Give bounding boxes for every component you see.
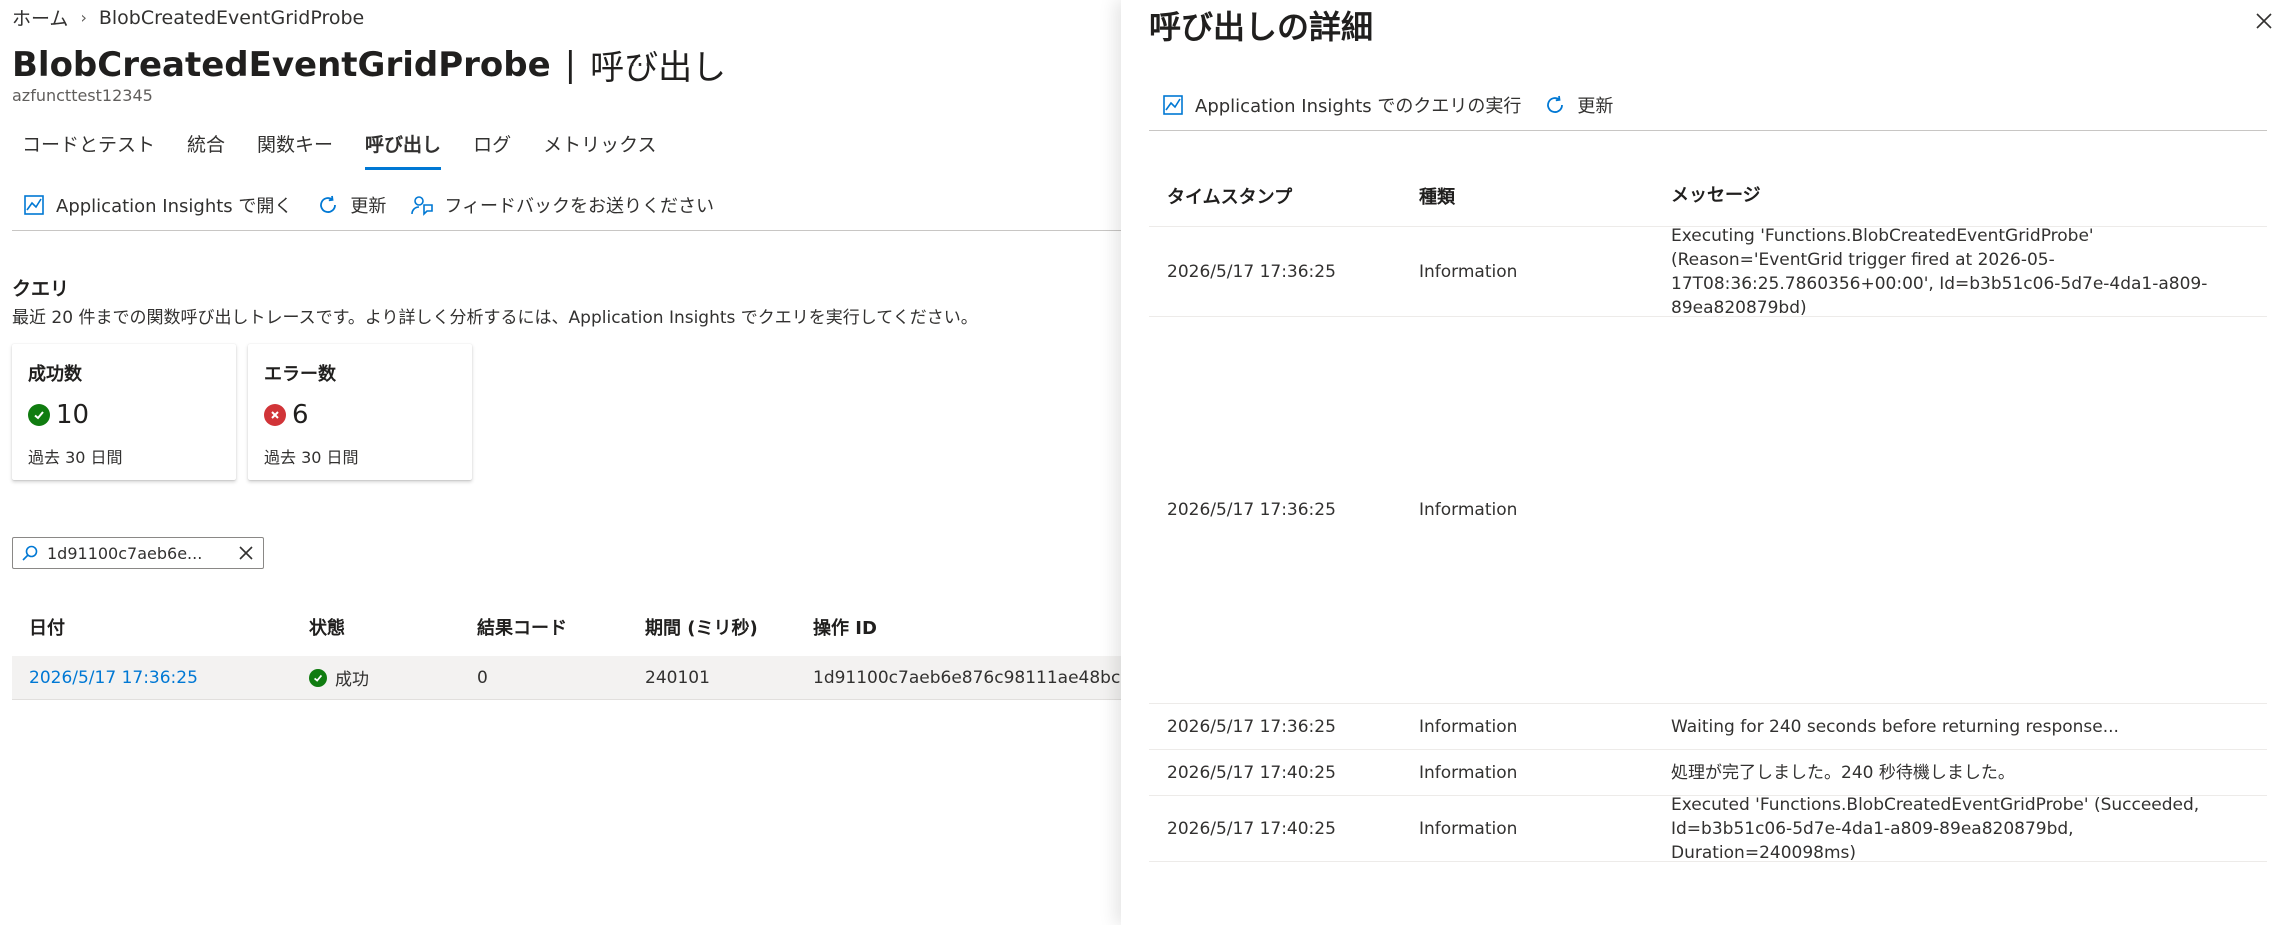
trace-table-header: タイムスタンプ 種類 メッセージ xyxy=(1149,165,2267,227)
trace-message: Executing 'Functions.BlobCreatedEventGri… xyxy=(1671,225,2208,318)
panel-refresh-label: 更新 xyxy=(1577,96,1614,117)
header-operation-id[interactable]: 操作 ID xyxy=(796,614,1121,640)
breadcrumb-home[interactable]: ホーム xyxy=(12,4,68,31)
more-options-button[interactable]: … xyxy=(628,44,654,72)
trace-type: Information xyxy=(1419,500,1518,520)
invocation-details-panel: 呼び出しの詳細 Application Insights でのクエリの実行 更新… xyxy=(1121,0,2291,925)
invocation-result-code: 0 xyxy=(477,667,488,688)
table-row[interactable]: 2026/5/17 17:40:25 Information Executed … xyxy=(1149,794,2267,863)
tab-metrics[interactable]: メトリックス xyxy=(543,130,656,170)
panel-title: 呼び出しの詳細 xyxy=(1149,8,1374,46)
refresh-icon xyxy=(1547,95,1564,113)
feedback-label: フィードバックをお送りください xyxy=(444,196,715,217)
trace-message: Executed 'Functions.BlobCreatedEventGrid… xyxy=(1671,794,2200,863)
tab-function-keys[interactable]: 関数キー xyxy=(257,130,333,170)
trace-timestamp: 2026/5/17 17:36:25 xyxy=(1167,500,1336,520)
trace-type: Information xyxy=(1419,762,1518,783)
header-message[interactable]: メッセージ xyxy=(1653,184,2267,208)
search-value[interactable]: 1d91100c7aeb6e... xyxy=(47,544,229,563)
page-title-suffix: 呼び出し xyxy=(590,48,727,88)
success-check-icon xyxy=(28,404,50,426)
page-title: BlobCreatedEventGridProbe | 呼び出し xyxy=(12,40,726,89)
error-card-value-row: 6 xyxy=(264,400,456,430)
table-row[interactable]: 2026/5/17 17:36:25 Information xyxy=(1149,317,2267,704)
error-count-card: エラー数 6 過去 30 日間 xyxy=(248,344,472,480)
success-card-value-row: 10 xyxy=(28,400,220,430)
panel-toolbar-divider xyxy=(1149,130,2267,131)
clear-search-icon[interactable] xyxy=(237,544,255,562)
trace-type: Information xyxy=(1419,261,1518,282)
refresh-label: 更新 xyxy=(350,196,387,217)
success-count-card: 成功数 10 過去 30 日間 xyxy=(12,344,236,480)
header-result-code[interactable]: 結果コード xyxy=(460,614,628,640)
trace-table: タイムスタンプ 種類 メッセージ 2026/5/17 17:36:25 Info… xyxy=(1149,165,2267,863)
feedback-button[interactable]: フィードバックをお送りください xyxy=(410,192,714,218)
search-icon xyxy=(22,545,38,561)
trace-type: Information xyxy=(1419,818,1518,839)
open-app-insights-button[interactable]: Application Insights で開く xyxy=(22,192,292,218)
toolbar-divider xyxy=(12,230,1121,231)
table-row[interactable]: 2026/5/17 17:36:25 成功 0 240101 1d91100c7… xyxy=(12,656,1121,700)
error-x-icon xyxy=(264,404,286,426)
chart-icon xyxy=(1163,95,1183,115)
search-input[interactable]: 1d91100c7aeb6e... xyxy=(12,537,264,569)
query-section-title: クエリ xyxy=(12,278,70,300)
error-card-period: 過去 30 日間 xyxy=(264,448,359,467)
toolbar: Application Insights で開く 更新 フィードバックをお送りく… xyxy=(22,192,714,218)
breadcrumb-current[interactable]: BlobCreatedEventGridProbe xyxy=(99,7,364,29)
header-timestamp[interactable]: タイムスタンプ xyxy=(1149,183,1401,209)
query-section-description: 最近 20 件までの関数呼び出しトレースです。より詳しく分析するには、Appli… xyxy=(12,308,978,328)
success-check-icon xyxy=(309,668,327,687)
run-query-label: Application Insights でのクエリの実行 xyxy=(1195,96,1522,117)
tab-logs[interactable]: ログ xyxy=(473,130,511,170)
success-card-period: 過去 30 日間 xyxy=(28,448,123,467)
success-count: 10 xyxy=(56,400,90,430)
trace-type: Information xyxy=(1419,716,1518,737)
chevron-right-icon: › xyxy=(80,8,87,27)
invocation-duration: 240101 xyxy=(645,667,710,688)
refresh-button[interactable]: 更新 xyxy=(316,192,386,218)
trace-timestamp: 2026/5/17 17:40:25 xyxy=(1167,818,1336,839)
refresh-icon xyxy=(320,195,337,213)
open-app-insights-label: Application Insights で開く xyxy=(56,196,293,217)
panel-refresh-button[interactable]: 更新 xyxy=(1543,92,1613,118)
header-date[interactable]: 日付 xyxy=(12,614,292,640)
trace-timestamp: 2026/5/17 17:40:25 xyxy=(1167,762,1336,783)
trace-message: 処理が完了しました。240 秒待機しました。 xyxy=(1671,762,2015,783)
page-title-separator: | xyxy=(564,44,577,85)
table-row[interactable]: 2026/5/17 17:36:25 Information Executing… xyxy=(1149,225,2267,318)
header-duration[interactable]: 期間 (ミリ秒) xyxy=(628,614,796,640)
invocation-status-label: 成功 xyxy=(335,670,369,690)
invocation-date-link[interactable]: 2026/5/17 17:36:25 xyxy=(12,668,292,688)
trace-timestamp: 2026/5/17 17:36:25 xyxy=(1167,716,1336,737)
chart-icon xyxy=(24,195,44,215)
trace-timestamp: 2026/5/17 17:36:25 xyxy=(1167,261,1336,282)
table-row[interactable]: 2026/5/17 17:36:25 Information Waiting f… xyxy=(1149,704,2267,750)
tab-code-test[interactable]: コードとテスト xyxy=(22,130,155,170)
error-count: 6 xyxy=(292,400,309,430)
header-status[interactable]: 状態 xyxy=(292,614,460,640)
function-invocations-blade: ホーム › BlobCreatedEventGridProbe BlobCrea… xyxy=(0,0,1121,925)
breadcrumb: ホーム › BlobCreatedEventGridProbe xyxy=(12,4,364,31)
run-query-app-insights-button[interactable]: Application Insights でのクエリの実行 xyxy=(1161,92,1521,118)
page-subtitle: azfuncttest12345 xyxy=(12,86,153,105)
error-card-title: エラー数 xyxy=(264,364,336,385)
tab-bar: コードとテスト 統合 関数キー 呼び出し ログ メトリックス xyxy=(22,130,689,170)
header-type[interactable]: 種類 xyxy=(1401,183,1653,209)
invocations-table-header: 日付 状態 結果コード 期間 (ミリ秒) 操作 ID xyxy=(12,608,1121,646)
tab-invocations[interactable]: 呼び出し xyxy=(365,130,442,170)
page-title-name: BlobCreatedEventGridProbe xyxy=(12,44,551,85)
invocation-operation-id: 1d91100c7aeb6e876c98111ae48bcca7 xyxy=(813,667,1121,688)
invocation-status: 成功 xyxy=(292,665,460,690)
trace-message: Waiting for 240 seconds before returning… xyxy=(1671,716,2119,737)
close-icon[interactable] xyxy=(2253,10,2275,32)
table-row[interactable]: 2026/5/17 17:40:25 Information 処理が完了しました… xyxy=(1149,750,2267,796)
panel-toolbar: Application Insights でのクエリの実行 更新 xyxy=(1161,92,1613,118)
feedback-icon xyxy=(411,196,434,216)
tab-integration[interactable]: 統合 xyxy=(187,130,225,170)
success-card-title: 成功数 xyxy=(28,364,82,385)
